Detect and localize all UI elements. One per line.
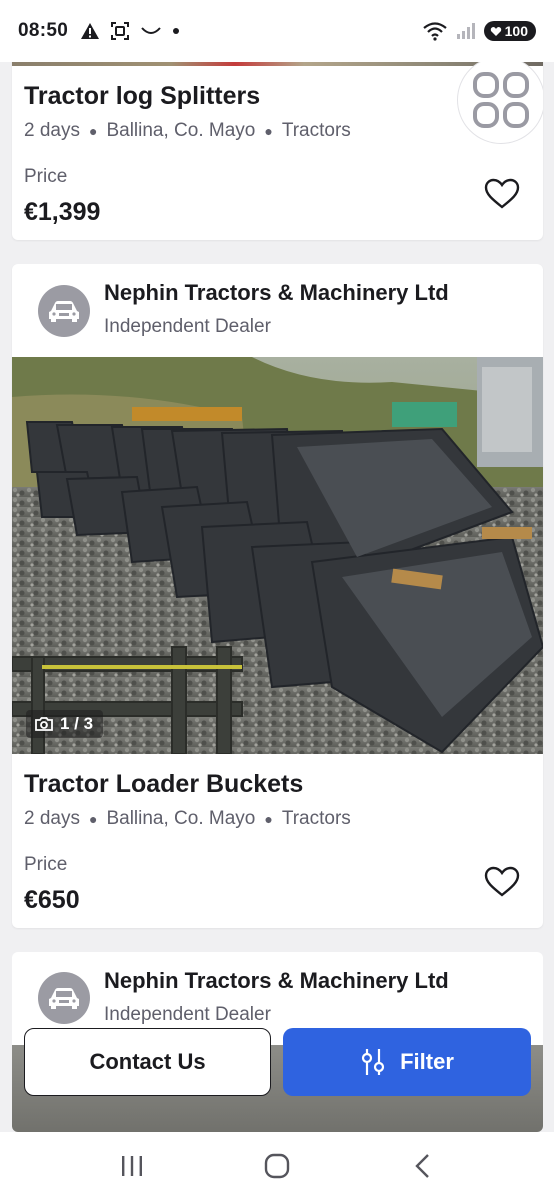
listing-title[interactable]: Tractor log Splitters: [24, 82, 260, 111]
listing-meta: 2 days ● Ballina, Co. Mayo ● Tractors: [24, 120, 351, 142]
dealer-type: Independent Dealer: [104, 1004, 271, 1025]
price-label: Price: [24, 854, 68, 875]
listing-card[interactable]: Nephin Tractors & Machinery Ltd Independ…: [12, 264, 543, 928]
filter-sliders-icon: [361, 1049, 385, 1075]
dot-icon: [173, 28, 180, 34]
photo-counter-text: 1 / 3: [60, 714, 94, 733]
home-icon: [264, 1153, 290, 1179]
status-right: 100: [422, 21, 536, 41]
recent-apps-button[interactable]: [102, 1136, 162, 1196]
dealer-avatar: [38, 285, 90, 337]
filter-button[interactable]: Filter: [283, 1028, 531, 1096]
car-icon: [49, 301, 79, 322]
status-time: 08:50: [18, 20, 69, 41]
status-bar: 08:50 100: [0, 0, 554, 62]
listing-category: Tractors: [281, 120, 351, 141]
favorite-heart-icon[interactable]: [484, 866, 520, 898]
wifi-icon: [422, 22, 447, 41]
loader-buckets-photo: [12, 357, 543, 754]
listing-age: 2 days: [24, 808, 80, 829]
camera-icon: [35, 717, 53, 731]
screenshot-icon: [111, 22, 130, 40]
contact-us-label: Contact Us: [89, 1049, 206, 1074]
battery-indicator: 100: [483, 21, 536, 41]
system-nav-bar: [0, 1132, 554, 1200]
warning-icon: [81, 23, 100, 39]
separator-dot: ●: [264, 123, 273, 139]
signal-icon: [456, 23, 475, 39]
listing-card[interactable]: Tractor log Splitters 2 days ● Ballina, …: [12, 48, 543, 240]
listing-meta: 2 days ● Ballina, Co. Mayo ● Tractors: [24, 808, 351, 830]
grid-view-button[interactable]: [457, 56, 543, 144]
dealer-avatar: [38, 972, 90, 1024]
home-button[interactable]: [247, 1136, 307, 1196]
favorite-heart-icon[interactable]: [484, 178, 520, 210]
battery-level: 100: [504, 23, 528, 39]
grid-icon: [473, 72, 529, 128]
listing-location: Ballina, Co. Mayo: [106, 808, 256, 829]
back-chevron-icon: [414, 1154, 429, 1178]
listing-category: Tractors: [281, 808, 351, 829]
photo-counter: 1 / 3: [26, 710, 104, 738]
separator-dot: ●: [264, 811, 273, 827]
listing-location: Ballina, Co. Mayo: [106, 120, 256, 141]
heart-shield-icon: [490, 27, 501, 36]
recent-apps-icon: [122, 1156, 143, 1176]
contact-us-button[interactable]: Contact Us: [24, 1028, 271, 1096]
price-label: Price: [24, 166, 68, 187]
listing-photo[interactable]: 1 / 3: [12, 357, 543, 754]
car-icon: [49, 988, 79, 1009]
listing-age: 2 days: [24, 120, 80, 141]
price-value: €1,399: [24, 198, 101, 226]
filter-label: Filter: [400, 1049, 454, 1074]
dealer-name[interactable]: Nephin Tractors & Machinery Ltd: [104, 280, 449, 306]
listing-title[interactable]: Tractor Loader Buckets: [24, 770, 303, 799]
separator-dot: ●: [88, 811, 98, 827]
rotate-icon: [141, 27, 161, 34]
price-value: €650: [24, 886, 80, 914]
status-left-icons: [80, 21, 180, 41]
back-button[interactable]: [392, 1136, 452, 1196]
dealer-name[interactable]: Nephin Tractors & Machinery Ltd: [104, 968, 449, 994]
dealer-type: Independent Dealer: [104, 316, 271, 337]
separator-dot: ●: [88, 123, 98, 139]
